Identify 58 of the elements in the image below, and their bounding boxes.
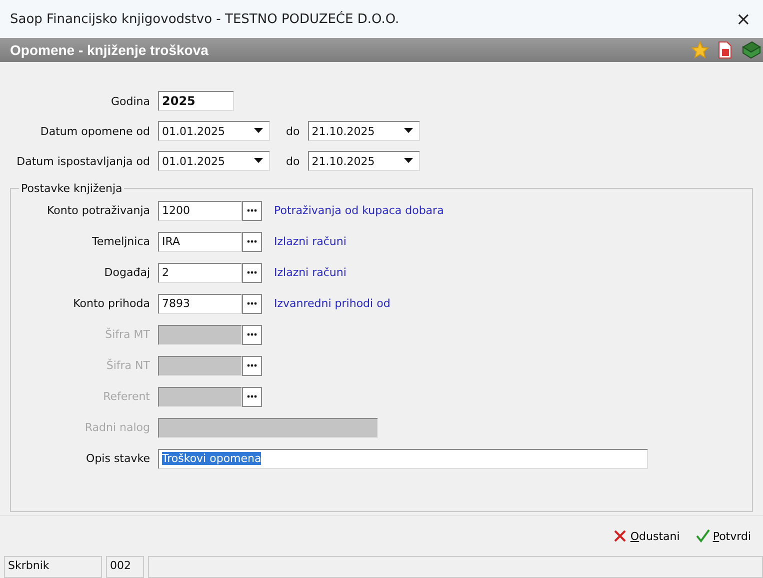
field-label: Konto prihoda	[72, 297, 150, 310]
form-title: Opomene - knjiženje troškova	[10, 42, 208, 58]
dropdown-icon	[254, 158, 263, 164]
cancel-button[interactable]: Odustani	[611, 527, 682, 545]
browse-button[interactable]	[242, 262, 262, 282]
dropdown-icon	[404, 128, 413, 134]
star-icon[interactable]	[691, 41, 709, 59]
lookup-field[interactable]: IRA	[158, 232, 242, 252]
close-button[interactable]: ×	[732, 8, 755, 30]
status-text: Skrbnik	[4, 556, 102, 578]
ellipsis-icon	[247, 364, 257, 367]
lookup-field[interactable]: 2	[158, 262, 242, 282]
field-label: do	[286, 154, 300, 168]
browse-button[interactable]	[242, 356, 262, 376]
field-label: Šifra MT	[104, 328, 150, 341]
browse-button[interactable]	[242, 294, 262, 314]
ellipsis-icon	[247, 271, 257, 274]
lookup-field[interactable]: 7893	[158, 294, 242, 314]
field-label: Opis stavke	[85, 452, 150, 465]
lookup-field[interactable]: 1200	[158, 200, 242, 220]
account-description: Izlazni računi	[274, 266, 346, 279]
browse-button[interactable]	[242, 386, 262, 406]
field-label: Referent	[102, 390, 150, 403]
ellipsis-icon	[247, 302, 257, 305]
status-text: 002	[106, 556, 144, 578]
field-label: Temeljnica	[90, 235, 150, 248]
field-label: Šifra NT	[105, 359, 150, 372]
field-label: Godina	[110, 94, 150, 108]
browse-button[interactable]	[242, 324, 262, 344]
date-picker[interactable]: 01.01.2025	[158, 151, 270, 171]
account-description: Potraživanja od kupaca dobara	[274, 204, 444, 217]
browse-button[interactable]	[242, 200, 262, 220]
dropdown-icon	[404, 158, 413, 164]
document-icon[interactable]	[717, 41, 733, 59]
description-field[interactable]: Troškovi opomena	[158, 448, 648, 468]
account-description: Izlazni računi	[274, 235, 346, 248]
ellipsis-icon	[247, 209, 257, 212]
cross-icon	[613, 529, 628, 543]
checkmark-icon	[696, 529, 710, 543]
year-field[interactable]: 2025	[158, 91, 234, 111]
field-label: Događaj	[103, 266, 150, 279]
date-picker[interactable]: 21.10.2025	[308, 151, 420, 171]
dropdown-icon	[254, 128, 263, 134]
field-label: Radni nalog	[84, 421, 150, 434]
field-label: Datum ispostavljanja od	[16, 154, 150, 168]
ellipsis-icon	[247, 240, 257, 243]
field-label: Datum opomene od	[39, 124, 150, 138]
window-title: Saop Financijsko knjigovodstvo - TESTNO PODUZEĆE D.O.O.	[10, 12, 400, 26]
account-description: Izvanredni prihodi od	[274, 297, 390, 310]
group-title: Postavke knjiženja	[20, 182, 124, 195]
date-picker[interactable]: 21.10.2025	[308, 121, 420, 141]
field-label: Konto potraživanja	[46, 204, 150, 217]
date-picker[interactable]: 01.01.2025	[158, 121, 270, 141]
confirm-button[interactable]: Potvrdi	[694, 527, 753, 545]
field-label: do	[286, 124, 300, 138]
browse-button[interactable]	[242, 232, 262, 252]
ellipsis-icon	[247, 333, 257, 336]
ellipsis-icon	[247, 395, 257, 398]
